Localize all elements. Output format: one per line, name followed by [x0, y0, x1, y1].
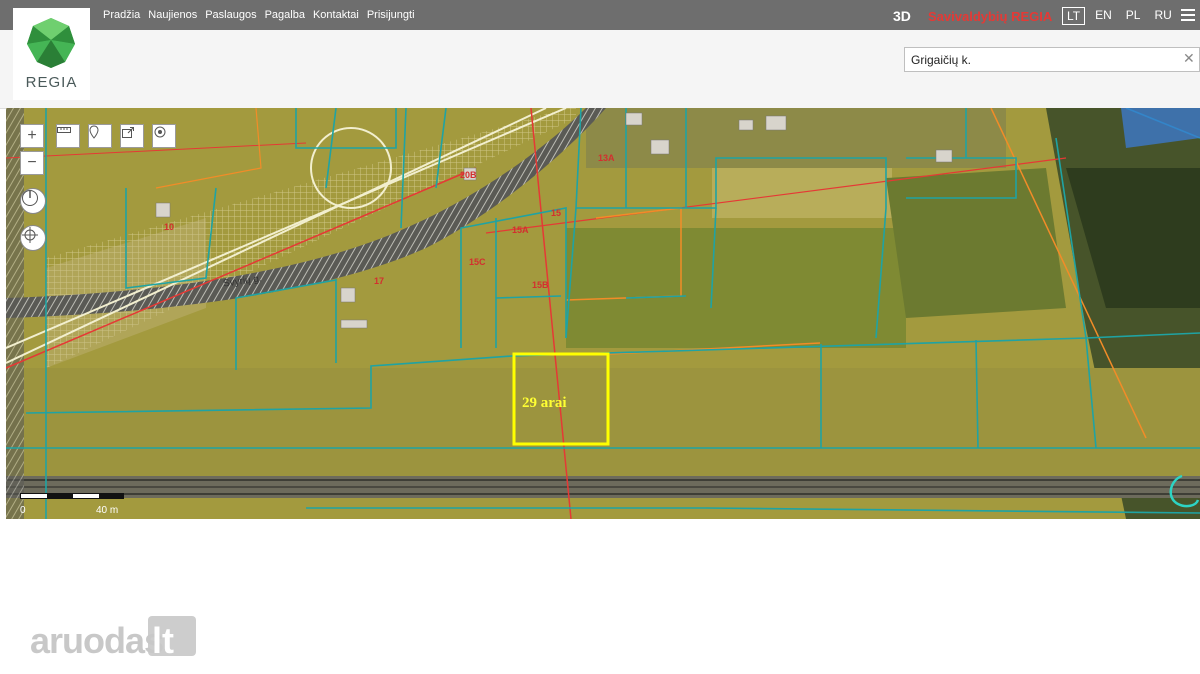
lang-lt[interactable]: LT [1062, 7, 1086, 25]
nav-item-pagalba[interactable]: Pagalba [265, 9, 305, 21]
marker-icon[interactable] [88, 124, 112, 148]
main-nav: Pradžia Naujienos Paslaugos Pagalba Kont… [103, 0, 423, 30]
scale-start-label: 0 [20, 505, 26, 516]
share-icon[interactable] [120, 124, 144, 148]
field-green [566, 228, 906, 348]
measure-icon[interactable] [56, 124, 80, 148]
label-15c: 15C [469, 257, 486, 267]
field-bottom [6, 368, 1200, 478]
label-17: 17 [374, 276, 385, 286]
watermark: aruodas [30, 620, 164, 661]
nav-item-kontaktai[interactable]: Kontaktai [313, 9, 359, 21]
map-canvas [6, 108, 1200, 519]
nav-item-prisijungti[interactable]: Prisijungti [367, 9, 415, 21]
nav-item-naujienos[interactable]: Naujienos [148, 9, 197, 21]
parcel-area-label: 29 arai [522, 395, 567, 411]
search-input[interactable] [909, 52, 1163, 68]
3d-button[interactable]: 3D [893, 8, 911, 24]
compass-icon[interactable] [20, 188, 46, 214]
search-box: ✕ [904, 47, 1200, 72]
nav-item-paslaugos[interactable]: Paslaugos [205, 9, 256, 21]
zoom-in-button[interactable]: + [20, 124, 44, 148]
lang-ru[interactable]: RU [1150, 7, 1175, 25]
scale-bar: 0 40 m [20, 493, 124, 516]
label-10: 10 [164, 222, 175, 232]
label-15: 15 [551, 208, 562, 218]
logo-text: REGIA [25, 74, 78, 91]
regia-logo-icon [27, 18, 75, 68]
forest-mid [886, 168, 1066, 318]
hamburger-icon[interactable] [1181, 9, 1195, 21]
logo[interactable]: REGIA [13, 8, 90, 100]
watermark-suffix: lt [152, 620, 174, 661]
language-switcher: LT EN PL RU [1062, 7, 1176, 25]
site-title[interactable]: Savivaldybių REGIA [928, 9, 1052, 24]
scale-end-label: 40 m [96, 505, 119, 516]
nav-item-pradzia[interactable]: Pradžia [103, 9, 140, 21]
label-20b: 20B [460, 170, 477, 180]
lang-pl[interactable]: PL [1122, 7, 1145, 25]
label-13a: 13A [598, 153, 615, 163]
label-15a: 15A [512, 225, 529, 235]
top-bar: Pradžia Naujienos Paslaugos Pagalba Kont… [0, 0, 1200, 30]
crosshair-icon[interactable] [20, 225, 46, 251]
lang-en[interactable]: EN [1091, 7, 1116, 25]
close-icon[interactable]: ✕ [1183, 50, 1195, 67]
label-15b: 15B [532, 280, 549, 290]
target-icon[interactable] [152, 124, 176, 148]
scale-bar-graphic [20, 493, 124, 499]
map-view[interactable]: 20B 15 15A 15C 15B 17 13A 10 Svyrių g. +… [6, 108, 1200, 519]
zoom-out-button[interactable]: − [20, 151, 44, 175]
